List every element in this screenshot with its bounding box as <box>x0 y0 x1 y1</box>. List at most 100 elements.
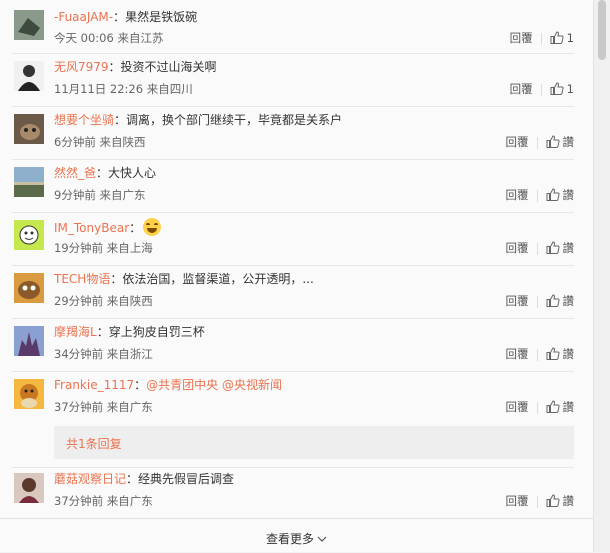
like-label[interactable]: 讚 <box>563 241 575 255</box>
comment-item: 蘑菇观察日记：经典先假冒后调查 37分钟前 来自广东 回覆 讚 <box>12 465 574 518</box>
avatar[interactable] <box>14 379 44 409</box>
avatar[interactable] <box>14 220 44 250</box>
comment-meta: 34分钟前 来自浙江 <box>54 347 153 361</box>
comment-item: 摩羯海L：穿上狗皮自罚三杯 34分钟前 来自浙江 回覆 讚 <box>12 318 574 372</box>
divider <box>536 495 538 508</box>
like-count: 1 <box>566 82 574 96</box>
username-link[interactable]: Frankie_1117 <box>54 378 134 392</box>
username-link[interactable]: TECH物语 <box>54 272 110 286</box>
comment-meta: 19分钟前 来自上海 <box>54 241 153 255</box>
comment-actions: 回覆 讚 <box>506 399 575 415</box>
like-label[interactable]: 讚 <box>563 294 575 308</box>
thumbs-up-icon[interactable] <box>546 400 560 416</box>
divider <box>536 136 538 149</box>
like-label[interactable]: 讚 <box>563 400 575 414</box>
thumbs-up-icon[interactable] <box>550 82 564 98</box>
mention-link[interactable]: @央视新闻 <box>222 378 282 392</box>
avatar[interactable] <box>14 273 44 303</box>
scrollbar[interactable] <box>594 0 610 552</box>
see-more-label[interactable]: 查看更多 <box>266 530 314 547</box>
thumbs-up-icon[interactable] <box>550 31 564 47</box>
comment-text-line: 摩羯海L：穿上狗皮自罚三杯 <box>54 324 205 340</box>
comment-text-line: -FuaaJAM-：果然是铁饭碗 <box>54 9 197 25</box>
comment-actions: 回覆 讚 <box>506 134 575 150</box>
thumbs-up-icon[interactable] <box>546 294 560 310</box>
comment-panel: -FuaaJAM-：果然是铁饭碗 今天 00:06 来自江苏 回覆 1 无风797… <box>0 0 594 552</box>
see-more-button[interactable]: 查看更多 <box>0 518 593 553</box>
comment-text: ：大快人心 <box>96 166 157 180</box>
comment-meta: 37分钟前 来自广东 <box>54 494 153 508</box>
comment-meta: 11月11日 22:26 来自四川 <box>54 82 193 96</box>
comment-actions: 回覆 讚 <box>506 346 575 362</box>
comment-actions: 回覆 讚 <box>506 240 575 256</box>
comment-text: ：调离，换个部门继续干，毕竟都是关系户 <box>114 113 343 127</box>
comment-meta: 9分钟前 来自广东 <box>54 188 146 202</box>
username-link[interactable]: 然然_爸 <box>54 166 96 180</box>
comment-meta: 29分钟前 来自陕西 <box>54 294 153 308</box>
comment-text: ：投资不过山海关啊 <box>108 60 217 74</box>
avatar[interactable] <box>14 167 44 197</box>
comment-actions: 回覆 讚 <box>506 187 575 203</box>
reply-button[interactable]: 回覆 <box>506 134 529 150</box>
thumbs-up-icon[interactable] <box>546 241 560 257</box>
username-link[interactable]: -FuaaJAM- <box>54 10 113 24</box>
username-link[interactable]: 蘑菇观察日记 <box>54 472 126 486</box>
username-link[interactable]: 无风7979 <box>54 60 109 74</box>
comment-item: IM_TonyBear： 19分钟前 来自上海 回覆 讚 <box>12 212 574 266</box>
scrollbar-thumb[interactable] <box>598 0 606 60</box>
divider <box>536 189 538 202</box>
thumbs-up-icon[interactable] <box>546 135 560 151</box>
sub-replies-link[interactable]: 共1条回复 <box>66 435 122 452</box>
reply-button[interactable]: 回覆 <box>510 81 533 97</box>
username-link[interactable]: 摩羯海L <box>54 325 97 339</box>
like-label[interactable]: 讚 <box>563 135 575 149</box>
divider <box>536 295 538 308</box>
comment-text-line: Frankie_1117：@共青团中央 @央视新闻 <box>54 377 282 393</box>
reply-button[interactable]: 回覆 <box>506 399 529 415</box>
like-label[interactable]: 讚 <box>563 188 575 202</box>
like-count: 1 <box>566 31 574 45</box>
username-link[interactable]: IM_TonyBear <box>54 221 129 235</box>
divider <box>540 83 542 96</box>
comment-item: -FuaaJAM-：果然是铁饭碗 今天 00:06 来自江苏 回覆 1 <box>12 0 574 54</box>
comment-item: 无风7979：投资不过山海关啊 11月11日 22:26 来自四川 回覆 1 <box>12 53 574 107</box>
like-label[interactable]: 讚 <box>563 347 575 361</box>
comment-actions: 回覆 1 <box>510 30 574 46</box>
comment-text-line: 无风7979：投资不过山海关啊 <box>54 59 217 75</box>
comment-item: 想要个坐骑：调离，换个部门继续干，毕竟都是关系户 6分钟前 来自陕西 回覆 讚 <box>12 106 574 160</box>
comment-text-line: 蘑菇观察日记：经典先假冒后调查 <box>54 471 234 487</box>
comment-actions: 回覆 1 <box>510 81 574 97</box>
like-label[interactable]: 讚 <box>563 494 575 508</box>
avatar[interactable] <box>14 326 44 356</box>
avatar[interactable] <box>14 114 44 144</box>
avatar[interactable] <box>14 10 44 40</box>
thumbs-up-icon[interactable] <box>546 347 560 363</box>
thumbs-up-icon[interactable] <box>546 188 560 204</box>
thumbs-up-icon[interactable] <box>546 494 560 510</box>
comment-text: ： <box>129 221 142 235</box>
comment-text-line: 想要个坐骑：调离，换个部门继续干，毕竟都是关系户 <box>54 112 342 128</box>
comment-item: TECH物语：依法治国，监督渠道，公开透明，... 29分钟前 来自陕西 回覆 讚 <box>12 265 574 319</box>
avatar[interactable] <box>14 473 44 503</box>
username-link[interactable]: 想要个坐骑 <box>54 113 114 127</box>
reply-button[interactable]: 回覆 <box>506 240 529 256</box>
comment-item: 然然_爸：大快人心 9分钟前 来自广东 回覆 讚 <box>12 159 574 213</box>
comment-text: ：穿上狗皮自罚三杯 <box>96 325 205 339</box>
divider <box>536 401 538 414</box>
reply-button[interactable]: 回覆 <box>506 493 529 509</box>
divider <box>536 242 538 255</box>
comment-text: ：经典先假冒后调查 <box>126 472 235 486</box>
sub-replies-box[interactable]: 共1条回复 <box>54 426 574 459</box>
reply-button[interactable]: 回覆 <box>506 187 529 203</box>
comment-meta: 今天 00:06 来自江苏 <box>54 31 164 45</box>
comment-actions: 回覆 讚 <box>506 493 575 509</box>
avatar[interactable] <box>14 61 44 91</box>
reply-button[interactable]: 回覆 <box>510 30 533 46</box>
mention-link[interactable]: @共青团中央 <box>146 378 218 392</box>
comment-text-line: TECH物语：依法治国，监督渠道，公开透明，... <box>54 271 314 287</box>
reply-button[interactable]: 回覆 <box>506 293 529 309</box>
chevron-down-icon <box>317 531 327 545</box>
laughing-emoji-icon <box>143 218 162 236</box>
divider <box>536 348 538 361</box>
reply-button[interactable]: 回覆 <box>506 346 529 362</box>
